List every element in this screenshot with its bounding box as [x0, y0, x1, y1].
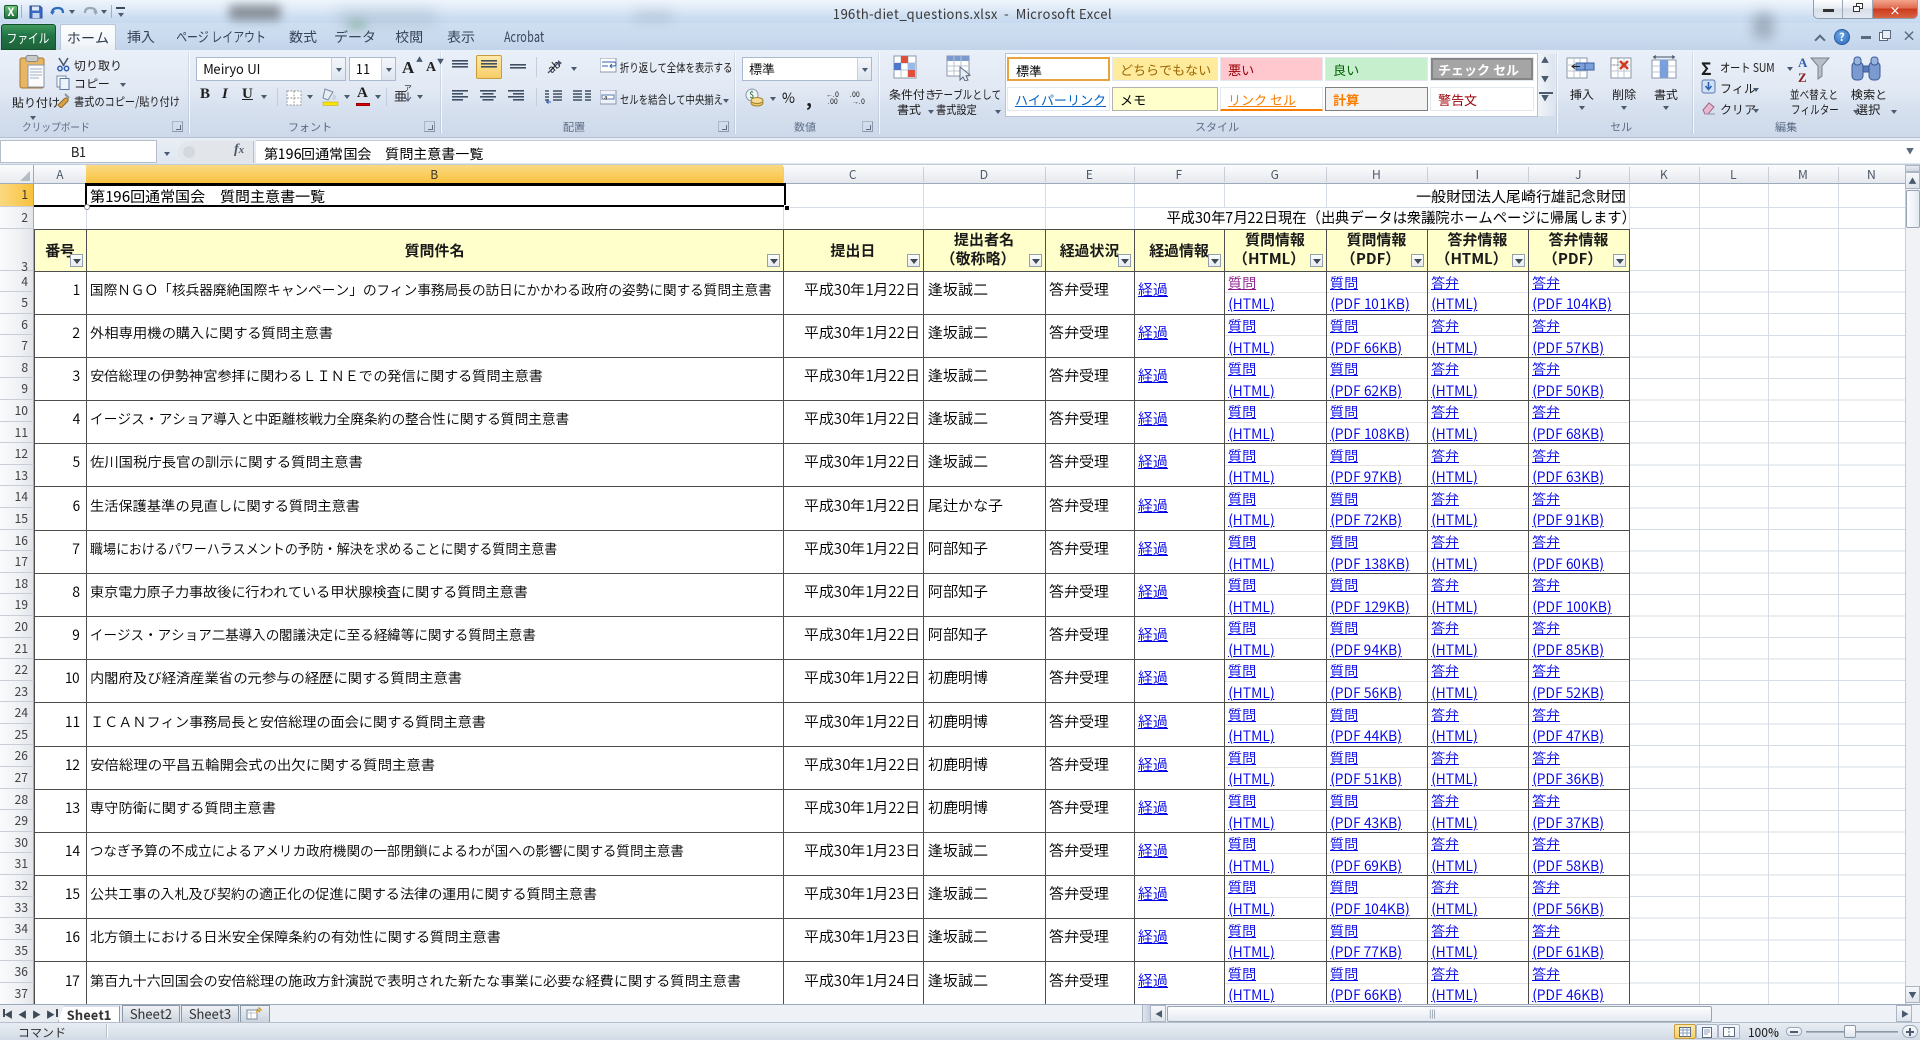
svg-text:Z: Z	[1798, 70, 1807, 85]
svg-text:ab: ab	[546, 57, 564, 77]
svg-text:→.0: →.0	[852, 97, 865, 104]
svg-text:.00: .00	[828, 97, 838, 104]
svg-text:A: A	[1798, 55, 1808, 70]
